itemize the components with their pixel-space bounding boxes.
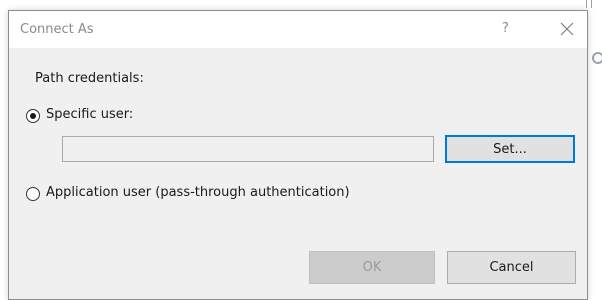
close-button[interactable] — [557, 19, 577, 39]
help-button[interactable]: ? — [502, 21, 509, 36]
specific-user-field[interactable] — [62, 136, 434, 162]
cancel-button[interactable]: Cancel — [447, 251, 576, 284]
dialog-titlebar: Connect As ? — [9, 11, 587, 48]
ok-button[interactable]: OK — [309, 251, 435, 284]
background-status-icon — [592, 52, 602, 64]
application-user-label[interactable]: Application user (pass-through authentic… — [46, 185, 350, 200]
specific-user-label[interactable]: Specific user: — [46, 107, 133, 122]
application-user-radio[interactable] — [26, 187, 40, 201]
background-window-edge — [586, 0, 592, 8]
set-user-button[interactable]: Set... — [445, 135, 575, 163]
connect-as-dialog: Connect As ? Path credentials: Specific … — [8, 10, 588, 300]
path-credentials-label: Path credentials: — [35, 71, 144, 86]
close-icon — [560, 22, 574, 36]
dialog-title: Connect As — [20, 22, 94, 37]
specific-user-radio[interactable] — [26, 109, 40, 123]
